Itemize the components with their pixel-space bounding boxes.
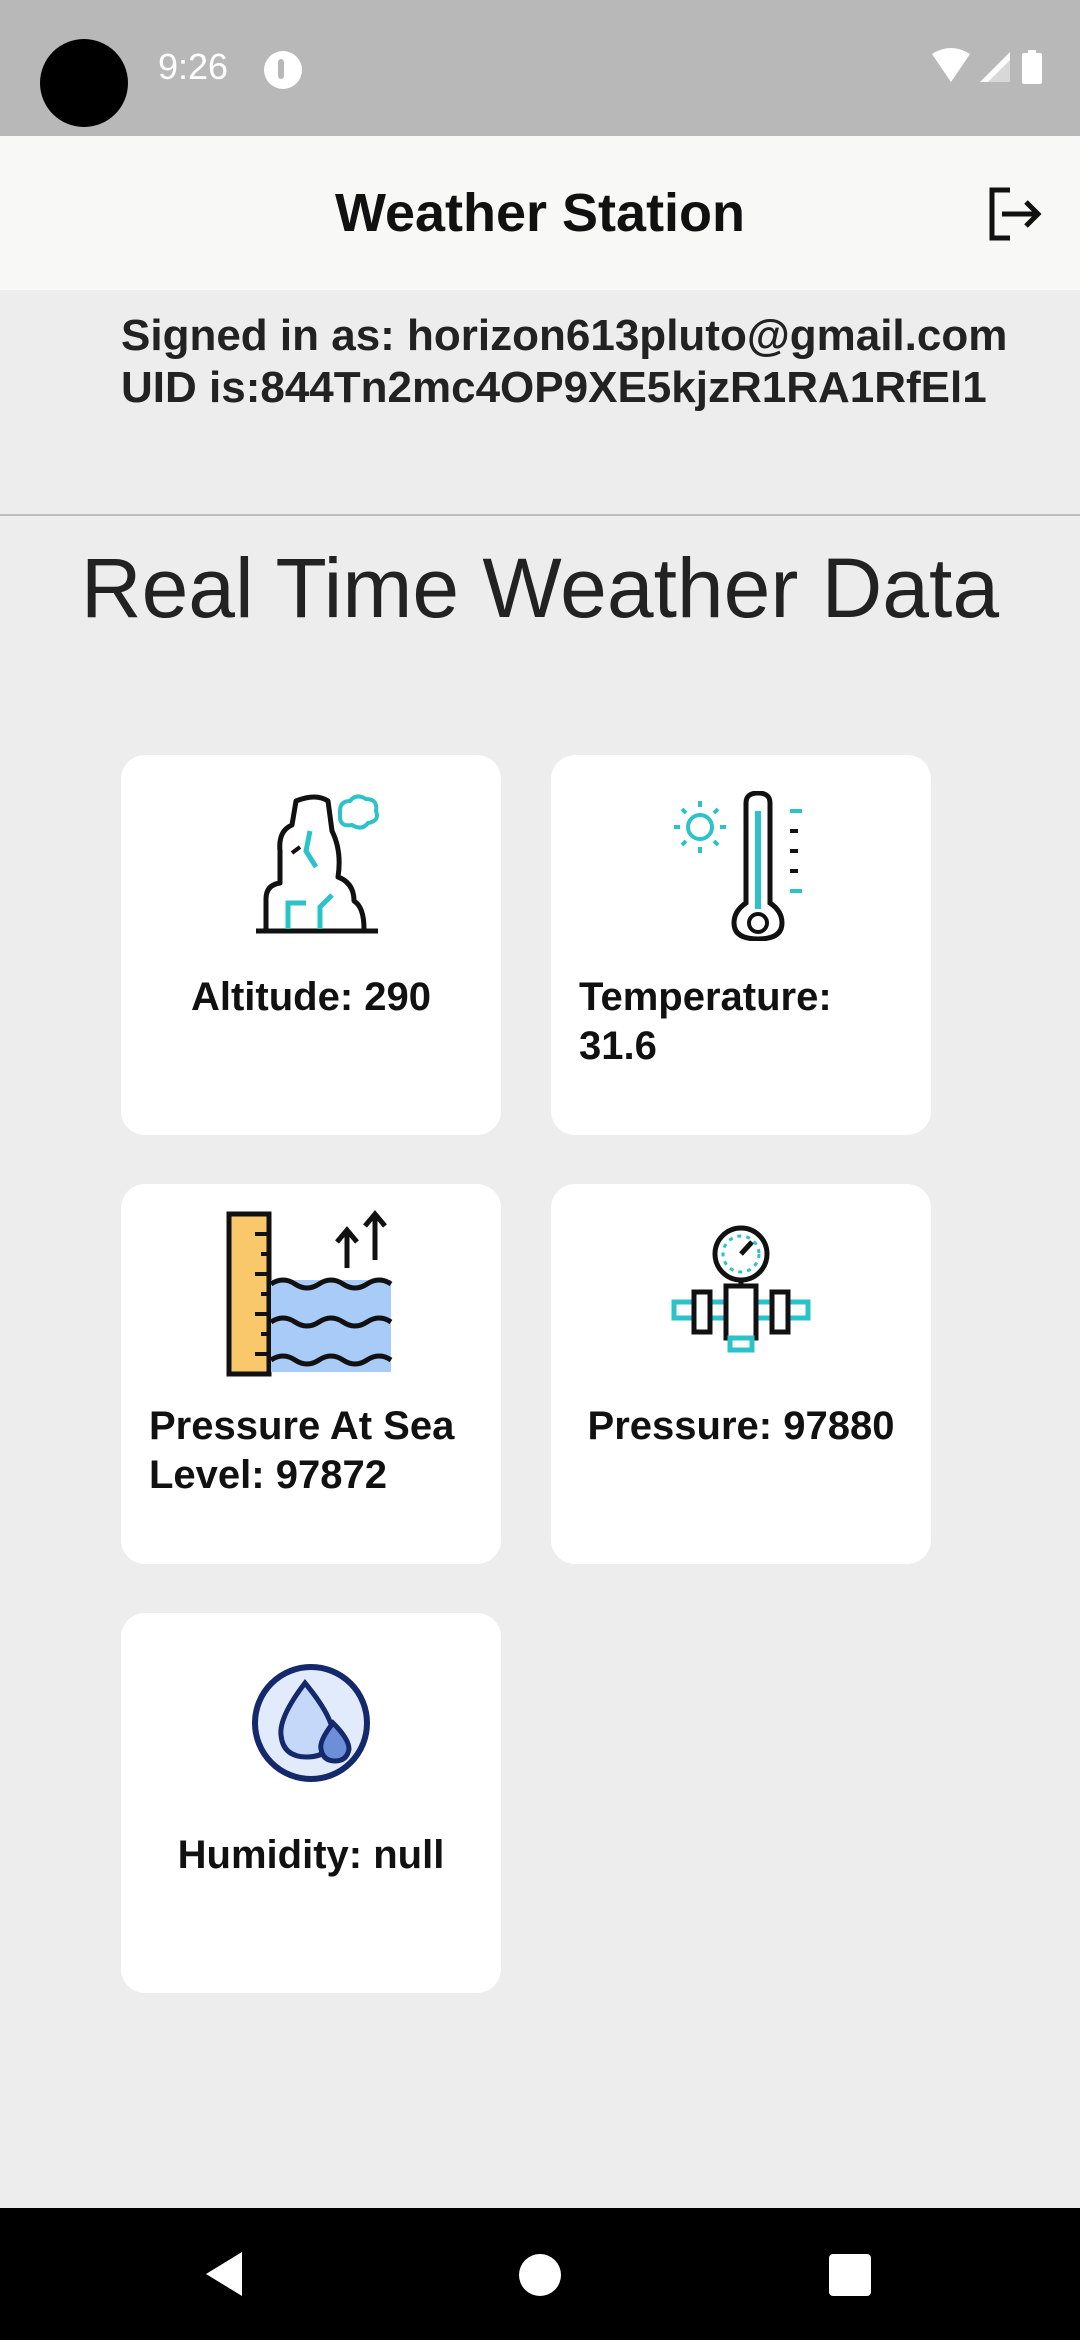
logout-button[interactable] (984, 184, 1044, 244)
user-info: Signed in as: horizon613pluto@gmail.com … (121, 310, 1007, 414)
battery-icon (1022, 50, 1042, 84)
logout-icon (989, 187, 1042, 241)
navigation-bar (0, 2208, 1080, 2340)
app-title: Weather Station (334, 183, 746, 243)
altitude-label: Altitude: 290 (190, 975, 432, 1019)
recents-icon[interactable] (829, 2254, 871, 2296)
signal-icon (980, 52, 1010, 82)
app-bar: Weather Station (0, 136, 1080, 290)
humidity-label: Humidity: null (177, 1833, 445, 1877)
status-time: 9:26 (158, 46, 229, 87)
divider (0, 514, 1080, 516)
pressure-label: Pressure: 97880 (587, 1404, 895, 1448)
humidity-drop-icon (252, 1664, 370, 1782)
pressure-card[interactable]: Pressure: 97880 (551, 1184, 931, 1564)
status-icons (930, 48, 1054, 88)
sea-level-pressure-card[interactable]: Pressure At Sea Level: 97872 (121, 1184, 501, 1564)
back-icon[interactable] (202, 2248, 246, 2300)
temperature-label: Temperature: 31.6 (579, 975, 832, 1068)
signed-in-text: Signed in as: horizon613pluto@gmail.com (121, 311, 1008, 360)
notification-app-icon (264, 51, 302, 89)
pressure-gauge-icon (671, 1225, 811, 1353)
altitude-card[interactable]: Altitude: 290 (121, 755, 501, 1135)
sea-level-pressure-label: Pressure At Sea Level: 97872 (149, 1404, 455, 1497)
section-title: Real Time Weather Data (80, 541, 1000, 635)
home-icon[interactable] (519, 2254, 561, 2296)
altitude-icon (256, 794, 379, 934)
status-bar: 9:26 (0, 0, 1080, 136)
camera-cutout (40, 39, 128, 127)
temperature-card[interactable]: Temperature: 31.6 (551, 755, 931, 1135)
wifi-icon (932, 48, 970, 82)
uid-text: UID is:844Tn2mc4OP9XE5kjzR1RA1RfEl1 (121, 363, 987, 412)
humidity-card[interactable]: Humidity: null (121, 1613, 501, 1993)
sea-level-icon (226, 1210, 393, 1377)
thermometer-icon (674, 791, 802, 941)
